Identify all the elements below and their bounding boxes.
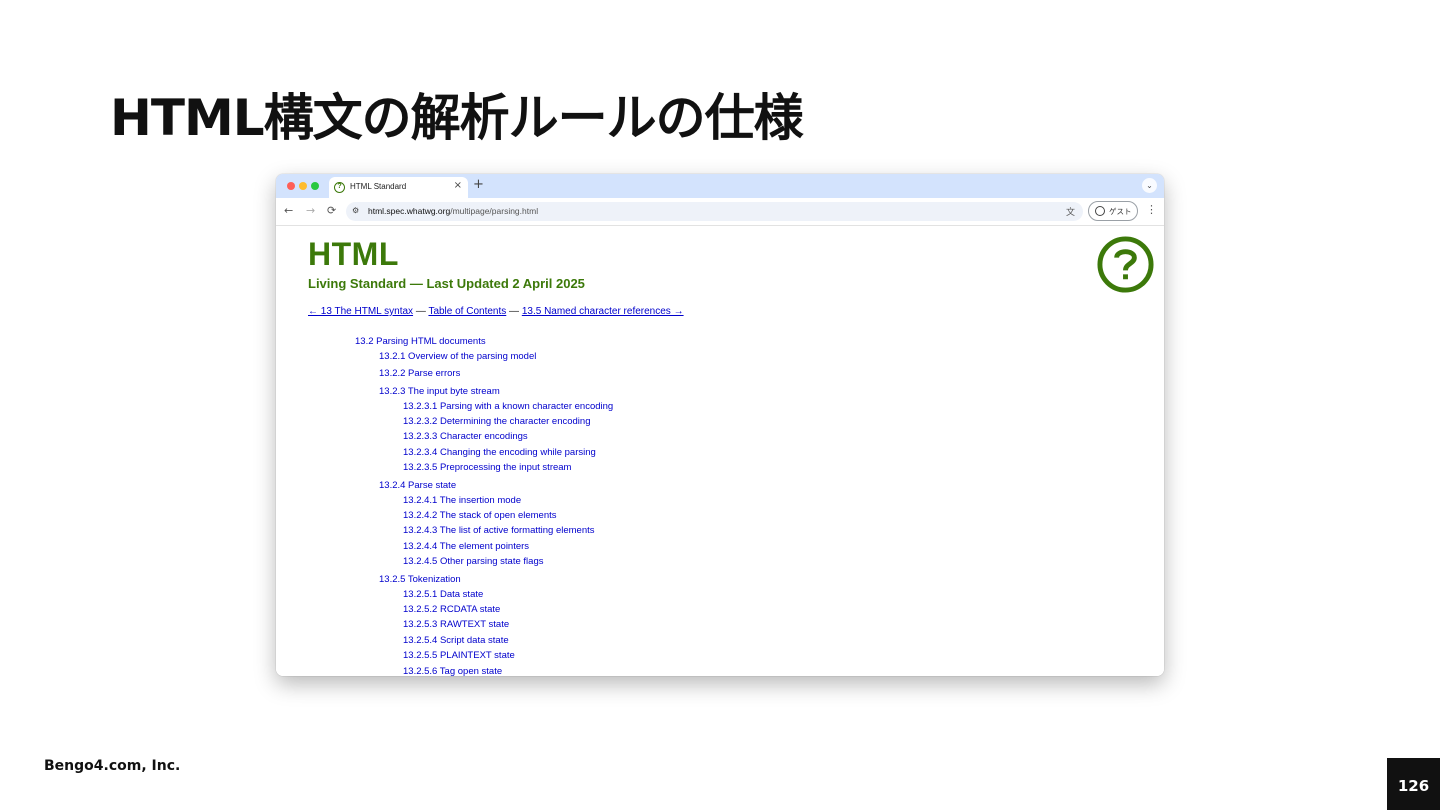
toc-link[interactable]: 13.2.5.5 PLAINTEXT state	[403, 650, 515, 661]
forward-arrow-icon[interactable]: →	[306, 204, 315, 218]
minimize-window-button[interactable]	[299, 182, 307, 190]
url-path: /multipage/parsing.html	[450, 206, 539, 216]
toc-link[interactable]: 13.2.3.1 Parsing with a known character …	[403, 401, 613, 412]
url-host: html.spec.whatwg.org	[368, 206, 451, 216]
web-page-content: HTML Living Standard — Last Updated 2 Ap…	[276, 226, 1164, 676]
tab-bar: ? HTML Standard × + ⌄	[276, 174, 1164, 198]
toc-link[interactable]: 13.2.4.2 The stack of open elements	[403, 510, 557, 521]
profile-icon	[1095, 206, 1105, 216]
new-tab-button[interactable]: +	[473, 178, 484, 192]
toc-link[interactable]: 13.2.2 Parse errors	[379, 368, 460, 379]
footer-company: Bengo4.com, Inc.	[44, 758, 181, 774]
toc-link[interactable]: 13.2.5.1 Data state	[403, 589, 483, 600]
chevron-down-icon[interactable]: ⌄	[1142, 178, 1157, 193]
slide-title: HTML構文の解析ルールの仕様	[110, 89, 804, 147]
prev-section-link[interactable]: ← 13 The HTML syntax	[308, 306, 413, 317]
toc-link[interactable]: 13.2.4.4 The element pointers	[403, 541, 529, 552]
browser-window: ? HTML Standard × + ⌄ ← → ⟳ ⚙ html.spec.…	[276, 174, 1164, 676]
toc-link[interactable]: 13.2.3.3 Character encodings	[403, 431, 528, 442]
tab-close-icon[interactable]: ×	[454, 180, 462, 191]
toc-link[interactable]: 13.2.3.4 Changing the encoding while par…	[403, 447, 596, 458]
kebab-menu-icon[interactable]: ⋮	[1146, 203, 1157, 217]
toc-link[interactable]: 13.2 Parsing HTML documents	[355, 336, 486, 347]
tab-title: HTML Standard	[350, 182, 407, 191]
toc-link[interactable]: 13.2.5 Tokenization	[379, 574, 461, 585]
toc-link[interactable]: 13.2.5.3 RAWTEXT state	[403, 619, 509, 630]
toc-link[interactable]: 13.2.3.5 Preprocessing the input stream	[403, 462, 571, 473]
toc-link[interactable]: 13.2.5.2 RCDATA state	[403, 604, 500, 615]
toc-link[interactable]: 13.2.4.1 The insertion mode	[403, 495, 521, 506]
slide-page-number: 126	[1387, 758, 1440, 810]
breadcrumb: ← 13 The HTML syntax — Table of Contents…	[308, 306, 684, 317]
next-section-link[interactable]: 13.5 Named character references →	[522, 306, 684, 317]
toc-link[interactable]: 13.2.1 Overview of the parsing model	[379, 351, 536, 362]
breadcrumb-separator: —	[413, 306, 429, 317]
tab-html-standard[interactable]: ? HTML Standard ×	[329, 177, 468, 198]
site-info-icon[interactable]: ⚙	[352, 206, 359, 215]
back-arrow-icon[interactable]: ←	[284, 204, 293, 218]
reload-icon[interactable]: ⟳	[327, 204, 336, 218]
profile-label: ゲスト	[1109, 207, 1132, 216]
breadcrumb-separator: —	[506, 306, 522, 317]
whatwg-favicon-icon: ?	[334, 182, 345, 193]
toc-link[interactable]: 13.2.5.4 Script data state	[403, 635, 509, 646]
spec-subtitle: Living Standard — Last Updated 2 April 2…	[308, 276, 585, 291]
toc-link[interactable]: 13.2.4.3 The list of active formatting e…	[403, 525, 595, 536]
table-of-contents-link[interactable]: Table of Contents	[428, 306, 506, 317]
browser-toolbar: ← → ⟳ ⚙ html.spec.whatwg.org/multipage/p…	[276, 198, 1164, 226]
profile-button[interactable]: ゲスト	[1088, 201, 1138, 221]
close-window-button[interactable]	[287, 182, 295, 190]
toc-link[interactable]: 13.2.3.2 Determining the character encod…	[403, 416, 590, 427]
translate-icon[interactable]: 文	[1066, 205, 1075, 218]
address-bar[interactable]: ⚙ html.spec.whatwg.org/multipage/parsing…	[346, 202, 1083, 221]
toc-link[interactable]: 13.2.4.5 Other parsing state flags	[403, 556, 543, 567]
toc-link[interactable]: 13.2.3 The input byte stream	[379, 386, 500, 397]
toc-link[interactable]: 13.2.5.6 Tag open state	[403, 666, 502, 676]
toc-link[interactable]: 13.2.4 Parse state	[379, 480, 456, 491]
maximize-window-button[interactable]	[311, 182, 319, 190]
url-text[interactable]: html.spec.whatwg.org/multipage/parsing.h…	[368, 206, 538, 216]
whatwg-logo-icon[interactable]	[1096, 235, 1155, 294]
spec-title: HTML	[308, 236, 399, 272]
